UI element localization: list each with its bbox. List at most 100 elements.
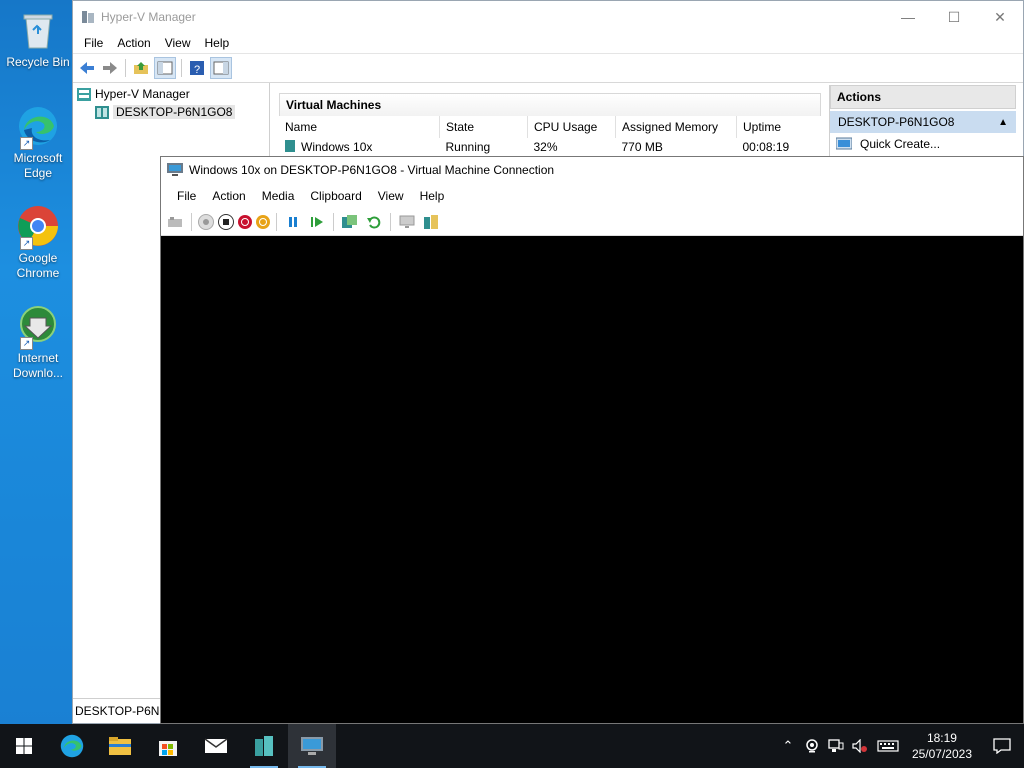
show-hide-action-pane-icon[interactable] (210, 57, 232, 79)
internet-download-manager-label: Internet Downlo... (12, 351, 64, 380)
hyperv-app-icon (82, 11, 94, 23)
store-icon (159, 741, 177, 756)
network-icon[interactable] (824, 724, 848, 768)
enhanced-session-icon[interactable] (397, 212, 417, 232)
hyperv-window-title: Hyper-V Manager (101, 10, 196, 24)
taskbar-mail[interactable] (192, 724, 240, 768)
vm-cpu: 32% (533, 140, 558, 154)
microsoft-edge-icon[interactable]: ↗ Microsoft Edge (0, 104, 76, 181)
start-button[interactable] (0, 724, 48, 768)
close-icon[interactable]: ✕ (977, 1, 1023, 33)
actions-host-section[interactable]: DESKTOP-P6N1GO8 ▲ (830, 111, 1016, 133)
hyperv-titlebar[interactable]: Hyper-V Manager (73, 1, 1023, 33)
virtual-machines-header: Virtual Machines (279, 93, 821, 116)
mail-icon (204, 738, 228, 753)
quick-create-icon (836, 137, 852, 150)
vm-menu-view[interactable]: View (370, 189, 412, 203)
minimize-icon[interactable]: — (885, 1, 931, 33)
vm-screen[interactable] (161, 236, 1023, 723)
internet-download-manager-icon[interactable]: ↗ Internet Downlo... (0, 304, 76, 381)
hyperv-manager-icon (77, 87, 91, 101)
vm-connection-icon (301, 737, 323, 755)
shut-down-icon[interactable] (238, 215, 252, 229)
google-chrome-icon[interactable]: ↗ Google Chrome (0, 204, 76, 281)
vm-connection-titlebar[interactable]: Windows 10x on DESKTOP-P6N1GO8 - Virtual… (161, 157, 1023, 183)
system-tray: ⌃ 18:19 25/07/2023 (776, 724, 1024, 768)
vm-state: Running (445, 140, 491, 154)
recycle-bin-icon[interactable]: Recycle Bin (0, 8, 76, 70)
vm-menu-clipboard[interactable]: Clipboard (302, 189, 369, 203)
toolbar-separator (125, 59, 126, 77)
vm-connection-title: Windows 10x on DESKTOP-P6N1GO8 - Virtual… (189, 163, 555, 177)
share-icon[interactable] (421, 212, 441, 232)
webcam-icon[interactable] (800, 724, 824, 768)
tree-item-host[interactable]: DESKTOP-P6N1GO8 (73, 103, 269, 121)
help-icon[interactable]: ? (187, 58, 207, 78)
start-icon[interactable] (198, 214, 214, 230)
quick-create-label: Quick Create... (860, 137, 941, 151)
collapse-arrow-icon[interactable]: ▲ (998, 117, 1008, 128)
vm-uptime: 00:08:19 (742, 140, 790, 154)
vm-menu-media[interactable]: Media (254, 189, 303, 203)
up-folder-icon[interactable] (131, 58, 151, 78)
vm-menu-help[interactable]: Help (412, 189, 453, 203)
volume-muted-icon[interactable] (848, 724, 872, 768)
taskbar-vm-connection[interactable] (288, 724, 336, 768)
toolbar-separator (276, 213, 277, 231)
reset-icon[interactable] (307, 212, 327, 232)
action-quick-create[interactable]: Quick Create... (830, 133, 1016, 155)
clock-time: 18:19 (926, 731, 957, 745)
ctrl-alt-del-icon[interactable] (165, 212, 185, 232)
checkpoint-icon[interactable] (340, 212, 360, 232)
vm-connection-window: Windows 10x on DESKTOP-P6N1GO8 - Virtual… (160, 156, 1024, 724)
menu-action[interactable]: Action (110, 36, 157, 50)
microsoft-edge-label: Microsoft Edge (13, 151, 63, 180)
virtual-machines-pane: Virtual Machines Name State CPU Usage As… (271, 83, 825, 163)
notifications-icon[interactable] (980, 724, 1024, 768)
vm-icon (285, 140, 295, 152)
actions-pane: Actions DESKTOP-P6N1GO8 ▲ Quick Create..… (829, 85, 1016, 165)
show-hide-tree-icon[interactable] (154, 57, 176, 79)
taskbar: ⌃ 18:19 25/07/2023 (0, 724, 1024, 768)
revert-icon[interactable] (364, 212, 384, 232)
vm-table: Name State CPU Usage Assigned Memory Upt… (279, 116, 819, 154)
vm-menu-action[interactable]: Action (204, 189, 253, 203)
hyperv-toolbar: ? (73, 53, 1023, 83)
vm-name: Windows 10x (301, 140, 373, 154)
clock[interactable]: 18:19 25/07/2023 (912, 730, 972, 762)
actions-header: Actions (830, 85, 1016, 109)
edge-icon (60, 734, 84, 758)
column-uptime[interactable]: Uptime (737, 116, 820, 138)
menu-help[interactable]: Help (198, 36, 237, 50)
actions-host-label: DESKTOP-P6N1GO8 (838, 115, 955, 129)
keyboard-icon[interactable] (872, 724, 904, 768)
vm-connection-menubar: File Action Media Clipboard View Help (161, 183, 1023, 209)
vm-menu-file[interactable]: File (169, 189, 204, 203)
table-row[interactable]: Windows 10x Running 32% 770 MB 00:08:19 (279, 138, 819, 154)
menu-view[interactable]: View (158, 36, 198, 50)
turn-off-icon[interactable] (218, 214, 234, 230)
back-arrow-icon[interactable] (77, 58, 97, 78)
column-state[interactable]: State (439, 116, 528, 138)
column-cpu-usage[interactable]: CPU Usage (527, 116, 616, 138)
svg-text:?: ? (194, 64, 200, 76)
forward-arrow-icon[interactable] (100, 58, 120, 78)
column-assigned-memory[interactable]: Assigned Memory (615, 116, 737, 138)
taskbar-store[interactable] (144, 724, 192, 768)
tree-item-hyperv-manager[interactable]: Hyper-V Manager (73, 85, 269, 103)
show-hidden-icons-chevron-up-icon[interactable]: ⌃ (776, 724, 800, 768)
vm-connection-toolbar (161, 209, 1023, 236)
taskbar-edge[interactable] (48, 724, 96, 768)
clock-date: 25/07/2023 (911, 747, 972, 761)
pause-icon[interactable] (283, 212, 303, 232)
vm-connection-app-icon (167, 163, 183, 176)
google-chrome-label: Google Chrome (16, 251, 60, 280)
column-name[interactable]: Name (279, 116, 440, 138)
toolbar-separator (390, 213, 391, 231)
taskbar-hyperv-manager[interactable] (240, 724, 288, 768)
menu-file[interactable]: File (77, 36, 110, 50)
tree-host-label: DESKTOP-P6N1GO8 (113, 105, 236, 119)
save-state-icon[interactable] (256, 215, 270, 229)
maximize-icon[interactable]: ☐ (931, 1, 977, 33)
taskbar-file-explorer[interactable] (96, 724, 144, 768)
